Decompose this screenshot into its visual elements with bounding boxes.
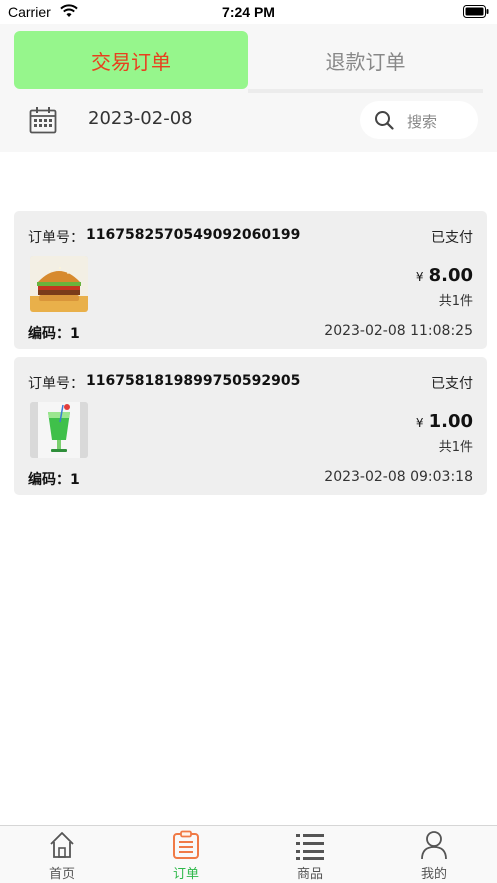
- home-icon: [50, 832, 74, 858]
- burger-icon: [30, 256, 88, 312]
- order-price: ¥ 8.00: [416, 265, 473, 286]
- order-time: 2023-02-08 09:03:18: [324, 469, 473, 485]
- order-header: 交易订单 退款订单 2023-02-08 搜索: [0, 24, 497, 152]
- order-list-icon: [173, 830, 199, 859]
- green-drink-icon: [30, 402, 88, 458]
- nav-profile-label: 我的: [420, 867, 447, 882]
- nav-orders[interactable]: 订单: [124, 826, 248, 883]
- code-value: 1: [70, 472, 80, 488]
- item-count: 共1件: [438, 294, 473, 309]
- order-status: 已支付: [431, 230, 473, 246]
- user-icon: [421, 831, 447, 860]
- nav-products-label: 商品: [296, 867, 323, 882]
- nav-orders-label: 订单: [172, 867, 199, 882]
- order-status: 已支付: [431, 376, 473, 392]
- order-number: 1167581819899750592905: [86, 373, 301, 389]
- order-no-label: 订单号：: [28, 376, 84, 392]
- nav-products[interactable]: 商品: [248, 826, 372, 883]
- product-thumbnail: [30, 402, 88, 458]
- order-card[interactable]: 订单号： 1167582570549092060199 已支付 ¥ 8.00 共…: [14, 211, 487, 349]
- currency-symbol: ¥: [415, 416, 424, 430]
- nav-profile[interactable]: 我的: [372, 826, 496, 883]
- code-value: 1: [70, 326, 80, 342]
- currency-symbol: ¥: [415, 270, 424, 284]
- nav-home-label: 首页: [48, 867, 75, 882]
- nav-home[interactable]: 首页: [0, 826, 124, 883]
- product-thumbnail: [30, 256, 88, 312]
- order-card[interactable]: 订单号： 1167581819899750592905 已支付 ¥ 1.00 共…: [14, 357, 487, 495]
- price-value: 8.00: [428, 265, 473, 286]
- clock: 7:24 PM: [222, 4, 275, 20]
- order-price: ¥ 1.00: [416, 411, 473, 432]
- order-number: 1167582570549092060199: [86, 227, 301, 243]
- search-placeholder: 搜索: [407, 113, 438, 131]
- tab-transaction-orders[interactable]: 交易订单: [14, 31, 248, 89]
- item-count: 共1件: [438, 440, 473, 455]
- calendar-icon[interactable]: [29, 106, 57, 134]
- bottom-tab-bar: 首页 订单 商品 我的: [0, 825, 497, 883]
- battery-icon: [463, 5, 489, 18]
- selected-date[interactable]: 2023-02-08: [88, 108, 193, 129]
- status-bar: Carrier 7:24 PM: [0, 0, 497, 24]
- code-label: 编码：: [28, 326, 70, 342]
- order-no-label: 订单号：: [28, 230, 84, 246]
- order-code: 编码：1: [28, 323, 80, 343]
- tab-refund-orders[interactable]: 退款订单: [248, 31, 483, 89]
- order-time: 2023-02-08 11:08:25: [324, 323, 473, 339]
- price-value: 1.00: [428, 411, 473, 432]
- code-label: 编码：: [28, 472, 70, 488]
- search-icon: [375, 111, 394, 130]
- order-code: 编码：1: [28, 469, 80, 489]
- list-icon: [296, 834, 324, 860]
- tab-divider: [248, 89, 483, 93]
- order-tabs: 交易订单 退款订单: [14, 31, 483, 93]
- search-input[interactable]: 搜索: [360, 101, 478, 139]
